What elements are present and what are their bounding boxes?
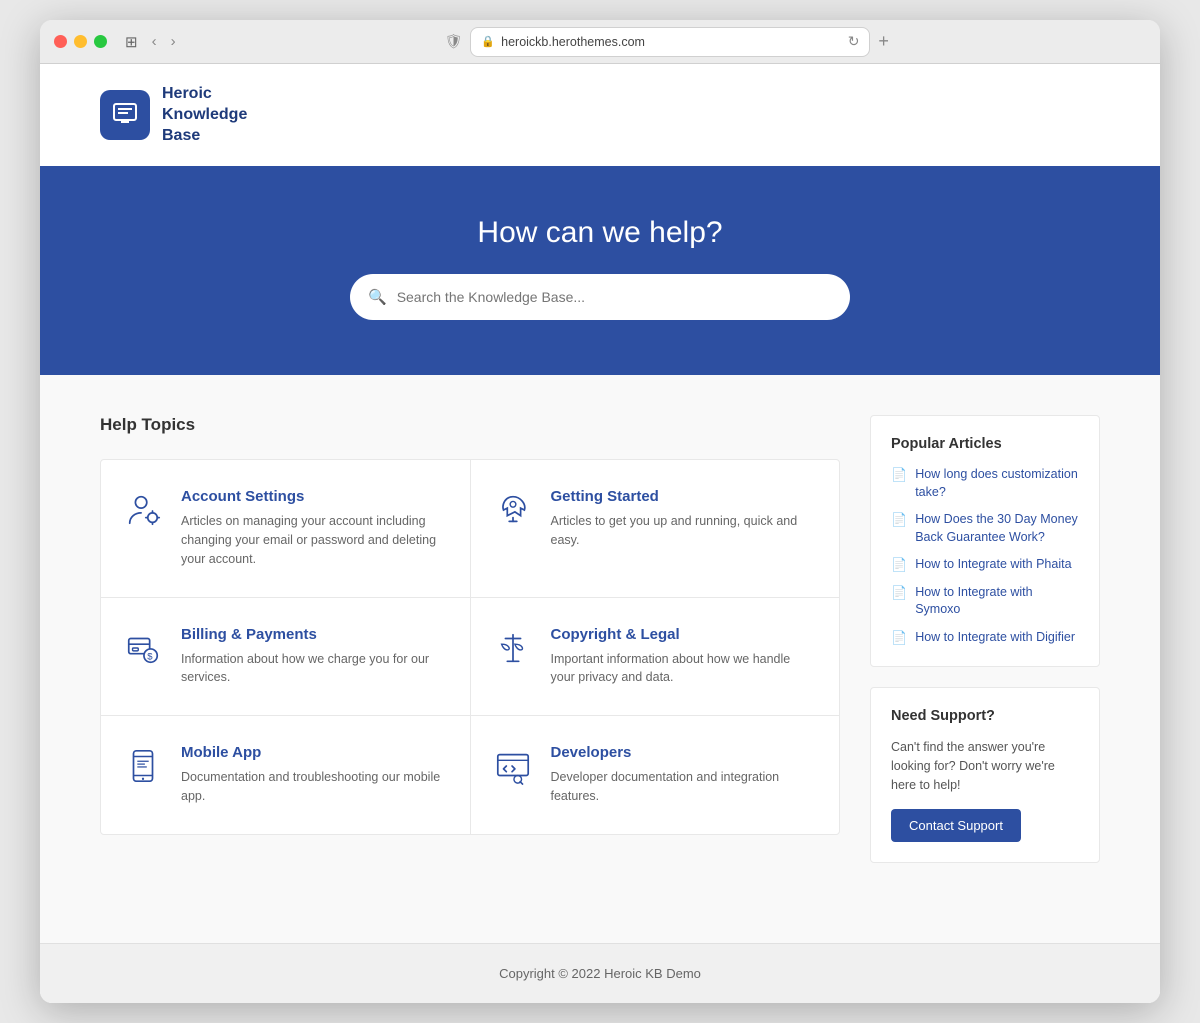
addressbar-area: 🛡 🔒 heroickb.herothemes.com ↻ + [188, 27, 1146, 57]
search-bar: 🔍 [350, 274, 850, 320]
topic-billing-payments[interactable]: $ Billing & Payments Information about h… [101, 598, 471, 716]
search-bar-wrap: 🔍 [60, 274, 1140, 320]
topics-row-3: Mobile App Documentation and troubleshoo… [101, 716, 839, 834]
search-input[interactable] [397, 289, 832, 305]
topics-grid: Account Settings Articles on managing yo… [100, 459, 840, 834]
help-topics-title: Help Topics [100, 415, 840, 435]
main-content: Help Topics [40, 375, 1160, 942]
mobile-name: Mobile App [181, 744, 446, 761]
need-support-desc: Can't find the answer you're looking for… [891, 738, 1079, 794]
page-content: Heroic Knowledge Base How can we help? 🔍… [40, 64, 1160, 1003]
forward-button[interactable]: › [167, 31, 180, 52]
popular-articles-title: Popular Articles [891, 436, 1079, 452]
sidebar-button[interactable]: ⊞ [125, 33, 138, 51]
article-link-1[interactable]: How Does the 30 Day Money Back Guarantee… [915, 511, 1079, 546]
legal-name: Copyright & Legal [551, 626, 816, 643]
close-dot[interactable] [54, 35, 67, 48]
article-list: 📄 How long does customization take? 📄 Ho… [891, 466, 1079, 646]
legal-desc: Important information about how we handl… [551, 650, 816, 688]
search-icon: 🔍 [368, 288, 387, 306]
logo-text: Heroic Knowledge Base [162, 84, 247, 146]
article-item-3[interactable]: 📄 How to Integrate with Symoxo [891, 584, 1079, 619]
billing-icon: $ [121, 626, 165, 670]
browser-titlebar: ⊞ ‹ › 🛡 🔒 heroickb.herothemes.com ↻ + [40, 20, 1160, 64]
refresh-button[interactable]: ↻ [848, 33, 860, 50]
url-text: heroickb.herothemes.com [501, 35, 645, 49]
article-item-2[interactable]: 📄 How to Integrate with Phaita [891, 556, 1079, 574]
developers-name: Developers [551, 744, 816, 761]
address-bar[interactable]: 🔒 heroickb.herothemes.com ↻ [470, 27, 870, 57]
hero-title: How can we help? [60, 216, 1140, 250]
article-item-1[interactable]: 📄 How Does the 30 Day Money Back Guarant… [891, 511, 1079, 546]
developers-info: Developers Developer documentation and i… [551, 744, 816, 806]
getting-started-desc: Articles to get you up and running, quic… [551, 512, 816, 550]
topic-developers[interactable]: Developers Developer documentation and i… [471, 716, 840, 834]
doc-icon-0: 📄 [891, 467, 907, 483]
nav-controls: ⊞ ‹ › [125, 31, 180, 52]
account-settings-info: Account Settings Articles on managing yo… [181, 488, 446, 568]
topics-row-2: $ Billing & Payments Information about h… [101, 598, 839, 717]
account-settings-desc: Articles on managing your account includ… [181, 512, 446, 568]
getting-started-info: Getting Started Articles to get you up a… [551, 488, 816, 550]
window-controls [54, 35, 107, 48]
topic-mobile-app[interactable]: Mobile App Documentation and troubleshoo… [101, 716, 471, 834]
mobile-desc: Documentation and troubleshooting our mo… [181, 768, 446, 806]
billing-info: Billing & Payments Information about how… [181, 626, 446, 688]
sidebar: Popular Articles 📄 How long does customi… [870, 415, 1100, 882]
doc-icon-4: 📄 [891, 630, 907, 646]
back-button[interactable]: ‹ [148, 31, 161, 52]
developers-desc: Developer documentation and integration … [551, 768, 816, 806]
need-support-title: Need Support? [891, 708, 1079, 724]
getting-started-icon [491, 488, 535, 532]
new-tab-button[interactable]: + [878, 31, 889, 52]
site-header: Heroic Knowledge Base [40, 64, 1160, 166]
minimize-dot[interactable] [74, 35, 87, 48]
topic-getting-started[interactable]: Getting Started Articles to get you up a… [471, 460, 840, 596]
browser-window: ⊞ ‹ › 🛡 🔒 heroickb.herothemes.com ↻ + [40, 20, 1160, 1003]
mobile-icon [121, 744, 165, 788]
account-settings-icon [121, 488, 165, 532]
shield-icon: 🛡 [445, 33, 463, 50]
billing-name: Billing & Payments [181, 626, 446, 643]
logo-icon [100, 90, 150, 140]
need-support-card: Need Support? Can't find the answer you'… [870, 687, 1100, 862]
billing-desc: Information about how we charge you for … [181, 650, 446, 688]
hero-section: How can we help? 🔍 [40, 166, 1160, 375]
topics-row-1: Account Settings Articles on managing yo… [101, 460, 839, 597]
getting-started-name: Getting Started [551, 488, 816, 505]
legal-icon [491, 626, 535, 670]
doc-icon-2: 📄 [891, 557, 907, 573]
svg-text:$: $ [147, 651, 153, 662]
doc-icon-1: 📄 [891, 512, 907, 528]
article-link-3[interactable]: How to Integrate with Symoxo [915, 584, 1079, 619]
lock-icon: 🔒 [481, 35, 495, 48]
contact-support-button[interactable]: Contact Support [891, 809, 1021, 842]
article-item-4[interactable]: 📄 How to Integrate with Digifier [891, 629, 1079, 647]
site-footer: Copyright © 2022 Heroic KB Demo [40, 943, 1160, 1003]
doc-icon-3: 📄 [891, 585, 907, 601]
article-item-0[interactable]: 📄 How long does customization take? [891, 466, 1079, 501]
developers-icon [491, 744, 535, 788]
topic-account-settings[interactable]: Account Settings Articles on managing yo… [101, 460, 471, 596]
article-link-2[interactable]: How to Integrate with Phaita [915, 556, 1071, 574]
logo[interactable]: Heroic Knowledge Base [100, 84, 247, 146]
mobile-info: Mobile App Documentation and troubleshoo… [181, 744, 446, 806]
maximize-dot[interactable] [94, 35, 107, 48]
help-topics-section: Help Topics [100, 415, 840, 882]
legal-info: Copyright & Legal Important information … [551, 626, 816, 688]
topic-copyright-legal[interactable]: Copyright & Legal Important information … [471, 598, 840, 716]
article-link-4[interactable]: How to Integrate with Digifier [915, 629, 1075, 647]
footer-copyright: Copyright © 2022 Heroic KB Demo [499, 966, 701, 981]
popular-articles-card: Popular Articles 📄 How long does customi… [870, 415, 1100, 667]
account-settings-name: Account Settings [181, 488, 446, 505]
article-link-0[interactable]: How long does customization take? [915, 466, 1079, 501]
